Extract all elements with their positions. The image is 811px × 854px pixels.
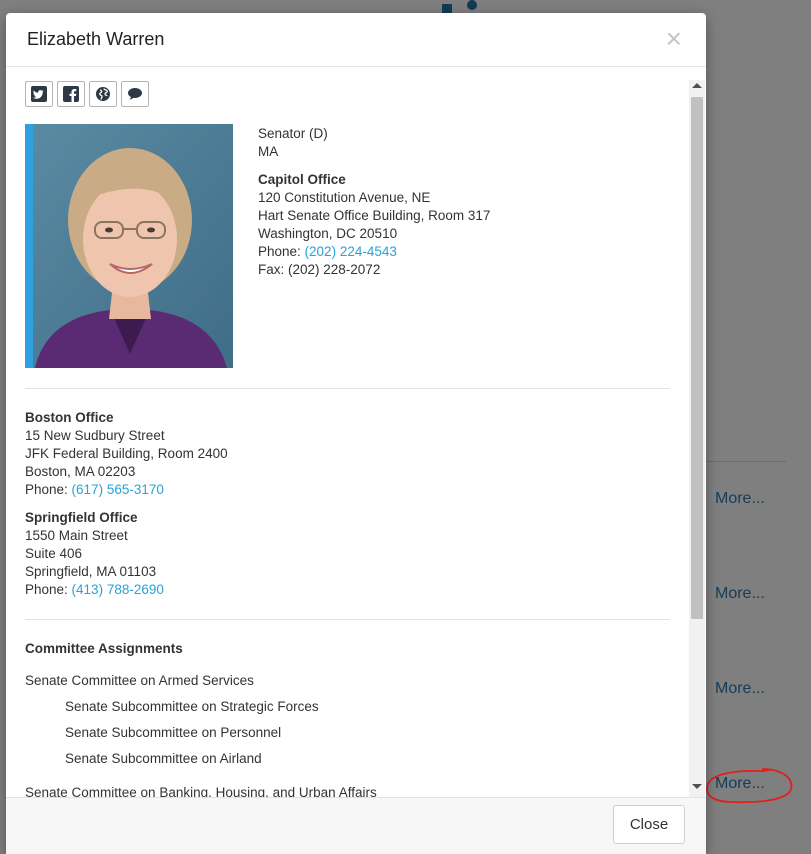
subcommittee-item: Senate Subcommittee on Strategic Forces: [65, 699, 319, 714]
phone-label: Phone:: [25, 582, 72, 597]
springfield-address-line1: 1550 Main Street: [25, 528, 128, 543]
boston-phone-link[interactable]: (617) 565-3170: [72, 482, 164, 497]
springfield-phone: Phone: (413) 788-2690: [25, 581, 164, 599]
senator-state: MA: [258, 144, 279, 159]
boston-office: Boston Office 15 New Sudbury Street JFK …: [25, 409, 228, 499]
subcommittee-item: Senate Subcommittee on Personnel: [65, 725, 282, 740]
phone-label: Phone:: [25, 482, 72, 497]
committee-assignments-heading: Committee Assignments: [25, 641, 183, 656]
scroll-down-arrow-icon[interactable]: [692, 784, 702, 789]
twitter-icon[interactable]: [25, 81, 53, 107]
modal-footer: Close: [6, 797, 706, 854]
member-info: Senator (D) MA Capitol Office 120 Consti…: [258, 125, 490, 279]
capitol-fax: Fax: (202) 228-2072: [258, 262, 381, 277]
senator-party: Senator (D): [258, 126, 328, 141]
capitol-office-heading: Capitol Office: [258, 172, 346, 187]
springfield-address-line3: Springfield, MA 01103: [25, 564, 157, 579]
boston-address-line1: 15 New Sudbury Street: [25, 428, 165, 443]
capitol-phone: Phone: (202) 224-4543: [258, 243, 490, 261]
boston-office-heading: Boston Office: [25, 410, 114, 425]
subcommittee-item: Senate Subcommittee on Airland: [65, 751, 262, 766]
springfield-office: Springfield Office 1550 Main Street Suit…: [25, 509, 164, 599]
modal-body: Senator (D) MA Capitol Office 120 Consti…: [6, 67, 706, 797]
boston-address-line3: Boston, MA 02203: [25, 464, 136, 479]
section-divider: [25, 619, 670, 620]
capitol-address-line1: 120 Constitution Avenue, NE: [258, 190, 431, 205]
modal-title: Elizabeth Warren: [27, 29, 165, 49]
committee-item: Senate Committee on Banking, Housing, an…: [25, 785, 377, 797]
springfield-phone-link[interactable]: (413) 788-2690: [72, 582, 164, 597]
boston-phone: Phone: (617) 565-3170: [25, 481, 228, 499]
capitol-address-line3: Washington, DC 20510: [258, 226, 398, 241]
capitol-address-line2: Hart Senate Office Building, Room 317: [258, 208, 491, 223]
springfield-office-heading: Springfield Office: [25, 510, 138, 525]
globe-icon[interactable]: [89, 81, 117, 107]
scrollbar-thumb[interactable]: [691, 97, 703, 619]
scroll-up-arrow-icon[interactable]: [692, 83, 702, 88]
boston-address-line2: JFK Federal Building, Room 2400: [25, 446, 228, 461]
photo-accent-bar: [25, 124, 33, 368]
chat-bubble-icon[interactable]: [121, 81, 149, 107]
modal-header: Elizabeth Warren ×: [6, 13, 706, 67]
close-icon[interactable]: ×: [666, 25, 682, 53]
phone-label: Phone:: [258, 244, 305, 259]
springfield-address-line2: Suite 406: [25, 546, 83, 561]
member-detail-modal: Elizabeth Warren × Senator (D) MA Capito…: [6, 13, 706, 854]
capitol-phone-link[interactable]: (202) 224-4543: [305, 244, 397, 259]
facebook-icon[interactable]: [57, 81, 85, 107]
close-button[interactable]: Close: [613, 805, 685, 844]
annotation-circle: [706, 768, 793, 804]
social-links: [25, 81, 149, 107]
senator-photo: [25, 124, 233, 368]
committee-item: Senate Committee on Armed Services: [25, 673, 254, 688]
section-divider: [25, 388, 670, 389]
